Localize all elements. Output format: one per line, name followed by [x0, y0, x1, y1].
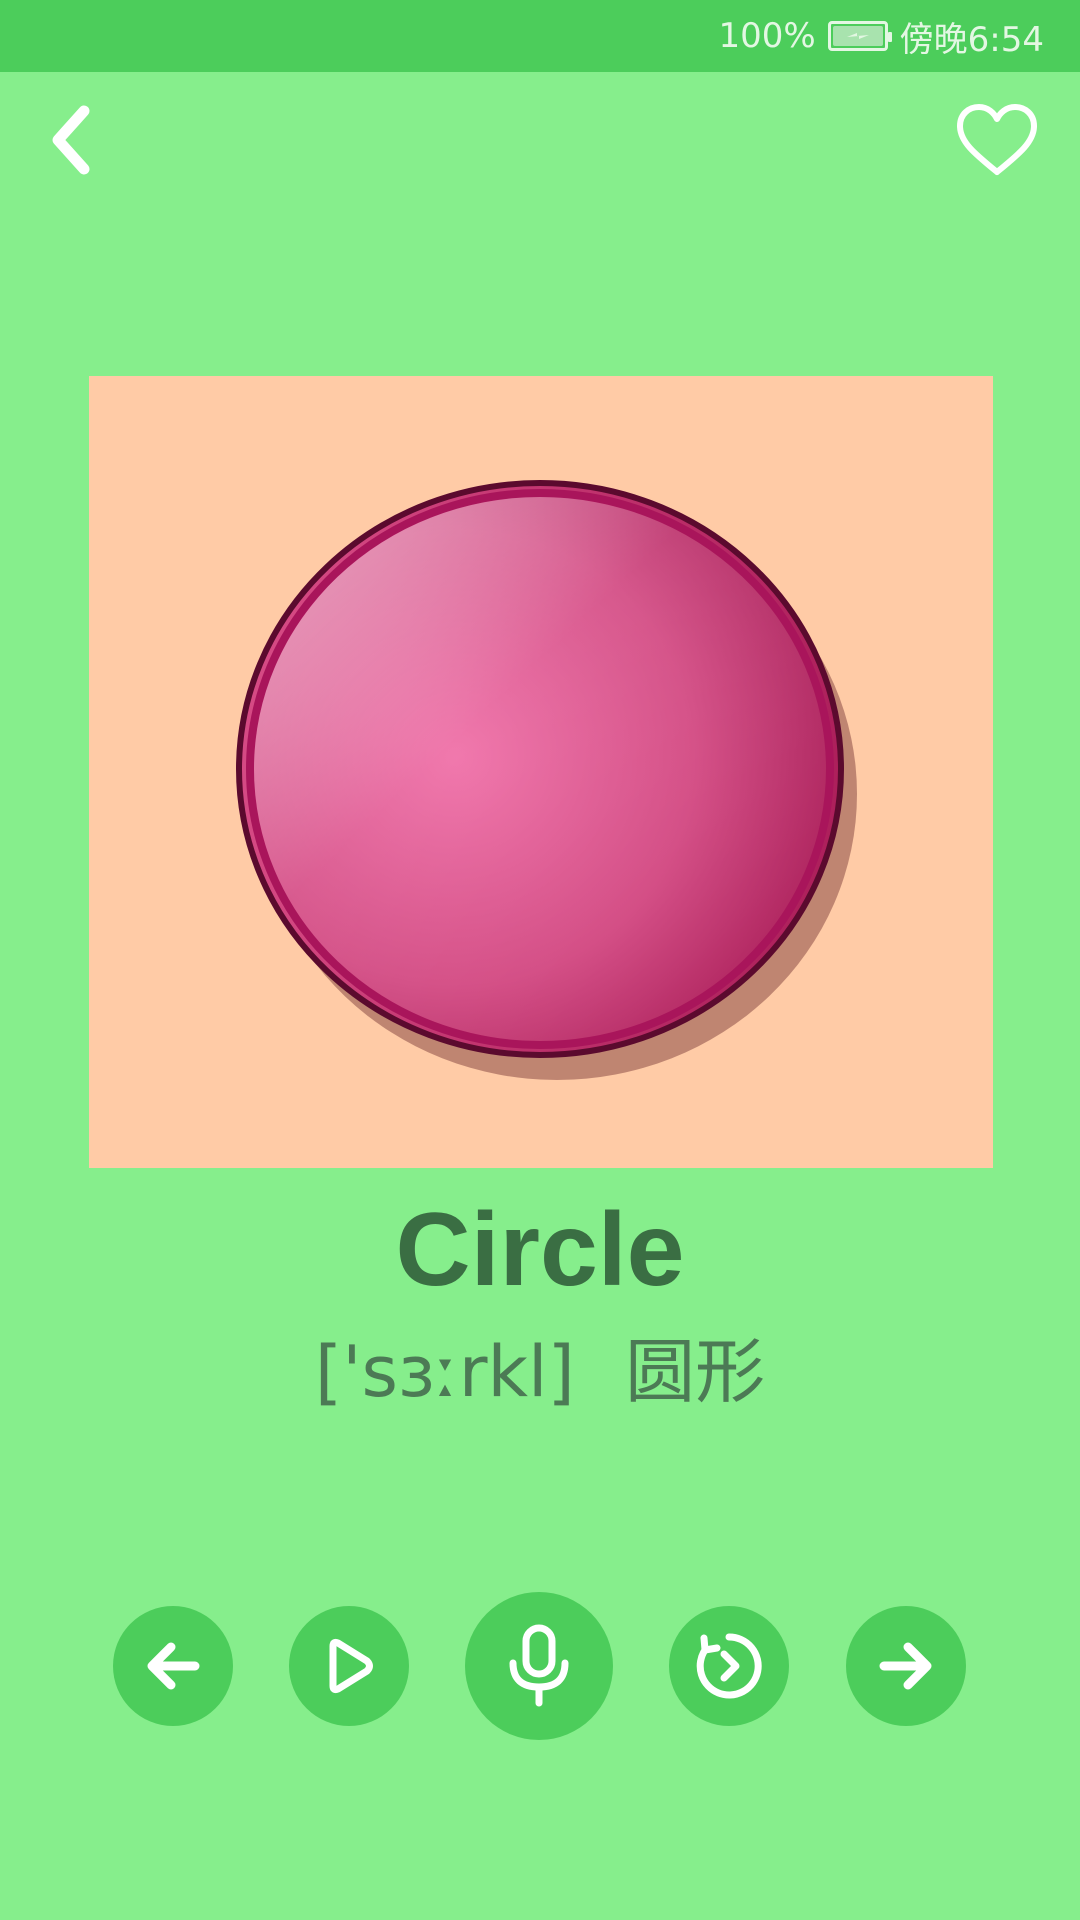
battery-percent: 100%	[718, 16, 816, 56]
arrow-left-icon	[147, 1642, 200, 1690]
heart-outline-icon	[957, 104, 1037, 175]
battery-charging-icon	[827, 21, 892, 51]
chevron-left-icon	[52, 105, 90, 175]
word-title: Circle	[395, 1192, 685, 1308]
microphone-icon	[509, 1624, 569, 1707]
play-button[interactable]	[289, 1606, 409, 1726]
phonetic-text: ['sɜːrkl]	[314, 1331, 575, 1413]
previous-button[interactable]	[113, 1606, 233, 1726]
back-button[interactable]	[36, 100, 106, 180]
control-bar	[0, 1592, 1080, 1740]
status-time: 傍晚6:54	[899, 19, 1044, 60]
pronunciation-row: ['sɜːrkl] 圆形	[0, 1330, 1080, 1414]
replay-icon	[696, 1633, 762, 1699]
translation-text: 圆形	[625, 1331, 766, 1413]
next-button[interactable]	[846, 1606, 966, 1726]
status-indicators: 100% 傍晚6:54	[718, 0, 1044, 72]
status-bar: 100% 傍晚6:54	[0, 0, 1080, 72]
arrow-right-icon	[879, 1642, 932, 1690]
flashcard-image	[89, 376, 993, 1168]
favorite-button[interactable]	[954, 100, 1040, 180]
replay-button[interactable]	[669, 1606, 789, 1726]
play-icon	[329, 1638, 373, 1694]
record-button[interactable]	[465, 1592, 613, 1740]
